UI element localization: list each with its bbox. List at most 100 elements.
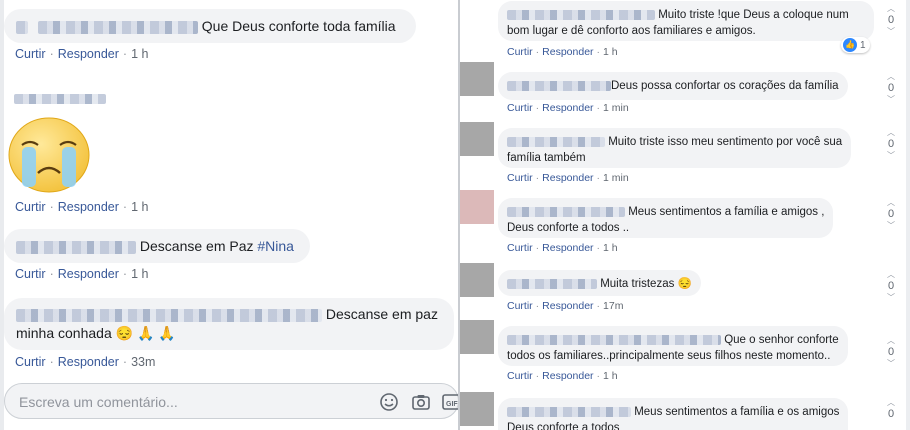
reply-link[interactable]: Responder bbox=[542, 370, 593, 382]
right-comment-1-actions: Curtir · Responder · 1 h bbox=[507, 46, 618, 58]
right-comment-7-text-line2: Deus conforte a todos bbox=[507, 422, 620, 430]
right-comment-5-text: Muita tristezas 😔 bbox=[600, 278, 692, 290]
camera-icon[interactable] bbox=[411, 392, 431, 412]
vote-count: 0 bbox=[887, 346, 895, 358]
reaction-count: 1 bbox=[860, 39, 866, 51]
like-link[interactable]: Curtir bbox=[507, 242, 533, 254]
vote-up-arrow[interactable]: ︿ bbox=[884, 270, 898, 280]
reply-link[interactable]: Responder bbox=[58, 200, 119, 214]
vote-down-arrow[interactable]: ﹀ bbox=[884, 95, 898, 105]
right-comment-6-actions: Curtir · Responder · 1 h bbox=[507, 370, 618, 382]
reply-link[interactable]: Responder bbox=[542, 102, 593, 114]
emoji-icon[interactable] bbox=[379, 392, 399, 412]
like-link[interactable]: Curtir bbox=[507, 370, 533, 382]
timestamp: 1 h bbox=[603, 46, 618, 58]
blurred-author-name bbox=[16, 240, 136, 254]
comment-4-text: Descanse em paz bbox=[325, 306, 438, 322]
like-link[interactable]: Curtir bbox=[15, 47, 46, 61]
left-scroll-track[interactable] bbox=[0, 0, 4, 430]
vote-up-arrow[interactable]: ︿ bbox=[884, 198, 898, 208]
vote-count: 0 bbox=[887, 208, 895, 220]
vote-up-arrow[interactable]: ︿ bbox=[884, 128, 898, 138]
vote-count: 0 bbox=[887, 82, 895, 94]
timestamp: 33m bbox=[131, 355, 156, 369]
right-comment-2-actions: Curtir · Responder · 1 min bbox=[507, 102, 629, 114]
like-link[interactable]: Curtir bbox=[507, 46, 533, 58]
vote-up-arrow[interactable]: ︿ bbox=[884, 398, 898, 408]
right-comment-4-bubble: Meus sentimentos a família e amigos , De… bbox=[498, 198, 834, 238]
reply-link[interactable]: Responder bbox=[58, 355, 119, 369]
timestamp: 1 h bbox=[603, 242, 618, 254]
right-comment-7-text: Meus sentimentos a família e os amigos bbox=[634, 406, 840, 418]
comment-1-bubble: Que Deus conforte toda família bbox=[4, 9, 416, 43]
right-comment-4-text-line2: Deus conforte a todos .. bbox=[507, 222, 630, 234]
vote-count: 0 bbox=[887, 408, 895, 420]
left-comment-panel: Que Deus conforte toda família Curtir · Re… bbox=[0, 0, 459, 430]
right-comment-7-bubble: Meus sentimentos a família e os amigos D… bbox=[498, 398, 849, 430]
reply-link[interactable]: Responder bbox=[58, 47, 119, 61]
blurred-author-name bbox=[14, 93, 106, 104]
blurred-author-name bbox=[507, 278, 597, 289]
vote-up-arrow[interactable]: ︿ bbox=[884, 336, 898, 346]
reply-link[interactable]: Responder bbox=[542, 46, 593, 58]
vote-down-arrow[interactable]: ﹀ bbox=[884, 27, 898, 37]
hashtag-link[interactable]: #Nina bbox=[257, 238, 294, 254]
right-comment-6-text-line2: todos os familiares..principalmente seus… bbox=[507, 350, 831, 362]
comment-2-actions: Curtir · Responder · 1 h bbox=[15, 200, 149, 214]
like-link[interactable]: Curtir bbox=[507, 300, 533, 312]
reply-link[interactable]: Responder bbox=[542, 242, 593, 254]
comment-4-text-line2: minha conhada 😔 🙏 🙏 bbox=[16, 325, 176, 341]
like-link[interactable]: Curtir bbox=[15, 355, 46, 369]
reply-link[interactable]: Responder bbox=[542, 172, 593, 184]
avatar[interactable] bbox=[460, 392, 494, 426]
timestamp: 1 h bbox=[131, 47, 149, 61]
blurred-author-name bbox=[37, 20, 198, 34]
comment-1-actions: Curtir · Responder · 1 h bbox=[15, 47, 149, 61]
vote-down-arrow[interactable]: ﹀ bbox=[884, 293, 898, 303]
vote-up-arrow[interactable]: ︿ bbox=[884, 4, 898, 14]
facebook-comments-collage: Que Deus conforte toda família Curtir · Re… bbox=[0, 0, 910, 430]
timestamp: 1 h bbox=[131, 200, 149, 214]
avatar[interactable] bbox=[460, 190, 494, 224]
right-comment-3-bubble: Muito triste isso meu sentimento por voc… bbox=[498, 128, 852, 168]
right-comment-5-bubble: Muita tristezas 😔 bbox=[498, 270, 701, 296]
vote-down-arrow[interactable]: ﹀ bbox=[884, 151, 898, 161]
reaction-count-badge[interactable]: 👍 1 bbox=[841, 37, 870, 53]
right-comment-1-bubble: Muito triste !que Deus a coloque num bom… bbox=[498, 1, 874, 41]
reply-link[interactable]: Responder bbox=[58, 267, 119, 281]
vote-widget: ︿ 0 ﹀ bbox=[884, 336, 898, 369]
right-scroll-track[interactable] bbox=[906, 0, 910, 430]
comment-4-actions: Curtir · Responder · 33m bbox=[15, 355, 156, 369]
right-comment-4-actions: Curtir · Responder · 1 h bbox=[507, 242, 618, 254]
like-link[interactable]: Curtir bbox=[507, 102, 533, 114]
avatar[interactable] bbox=[460, 62, 494, 96]
blurred-author-name bbox=[16, 308, 322, 322]
comment-2-author bbox=[14, 90, 106, 108]
like-link[interactable]: Curtir bbox=[15, 200, 46, 214]
vote-count: 0 bbox=[887, 280, 895, 292]
like-link[interactable]: Curtir bbox=[507, 172, 533, 184]
avatar[interactable] bbox=[460, 122, 494, 156]
avatar[interactable] bbox=[460, 320, 494, 354]
vote-widget: ︿ 0 ﹀ bbox=[884, 198, 898, 231]
comment-input[interactable] bbox=[19, 392, 359, 412]
vote-down-arrow[interactable]: ﹀ bbox=[884, 359, 898, 369]
right-comment-6-bubble: Que o senhor conforte todos os familiare… bbox=[498, 326, 848, 366]
right-comment-1-text-line2: bom lugar e dê conforto aos familiares e… bbox=[507, 25, 756, 37]
vote-up-arrow[interactable]: ︿ bbox=[884, 72, 898, 82]
blurred-author-name bbox=[507, 9, 655, 20]
right-comment-3-actions: Curtir · Responder · 1 min bbox=[507, 172, 629, 184]
gif-icon[interactable]: GIF bbox=[442, 392, 458, 412]
comment-1: Que Deus conforte toda família bbox=[4, 9, 416, 43]
vote-widget: ︿ 0 ﹀ bbox=[884, 4, 898, 37]
vote-widget: ︿ 0 ﹀ bbox=[884, 270, 898, 303]
vote-widget: ︿ 0 ﹀ bbox=[884, 128, 898, 161]
reply-link[interactable]: Responder bbox=[542, 300, 593, 312]
right-comment-panel: Muito triste !que Deus a coloque num bom… bbox=[460, 0, 910, 430]
vote-down-arrow[interactable]: ﹀ bbox=[884, 221, 898, 231]
right-comment-5-actions: Curtir · Responder · 17m bbox=[507, 300, 624, 312]
avatar[interactable] bbox=[460, 263, 494, 297]
comment-4-bubble: Descanse em paz minha conhada 😔 🙏 🙏 bbox=[4, 298, 454, 350]
thumbs-up-icon: 👍 bbox=[843, 38, 857, 52]
like-link[interactable]: Curtir bbox=[15, 267, 46, 281]
